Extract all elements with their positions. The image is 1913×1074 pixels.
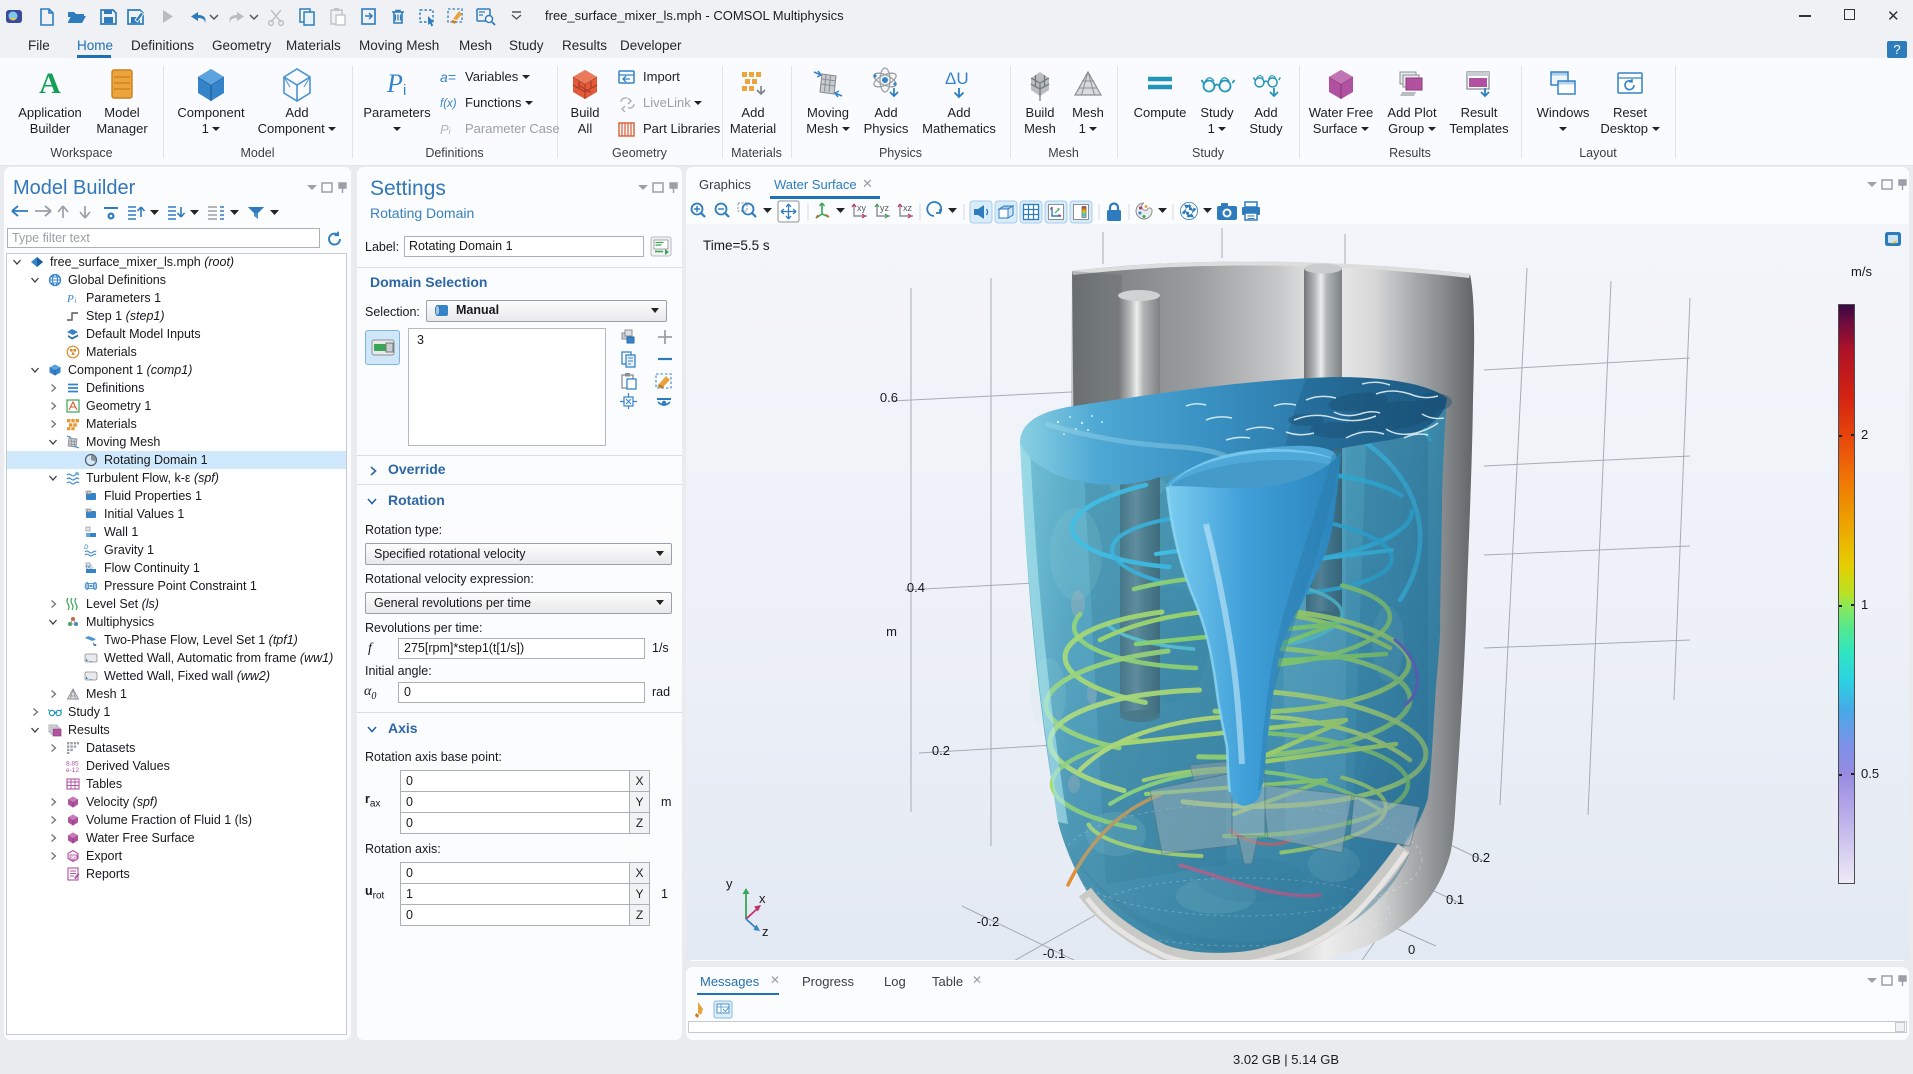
svg-text:GIF: GIF	[71, 855, 79, 860]
svg-text:P: P	[66, 293, 74, 305]
svg-text:i: i	[403, 82, 406, 99]
svg-text:0.2: 0.2	[1472, 850, 1490, 865]
svg-text:a=: a=	[440, 69, 456, 85]
svg-text:0.1: 0.1	[1446, 892, 1464, 907]
svg-text:D: D	[87, 490, 90, 495]
svg-text:ΔU: ΔU	[945, 69, 969, 88]
svg-text:i: i	[75, 298, 77, 305]
svg-text:A: A	[39, 67, 61, 100]
svg-text:Pi: Pi	[440, 122, 452, 137]
svg-text:x: x	[759, 891, 766, 906]
svg-text:DG: DG	[86, 565, 93, 570]
svg-text:0.2: 0.2	[932, 743, 950, 758]
svg-text:-0.2: -0.2	[977, 914, 999, 929]
svg-text:0.4: 0.4	[907, 580, 925, 595]
svg-text:y: y	[726, 876, 733, 891]
svg-text:z: z	[762, 924, 769, 939]
svg-text:D: D	[87, 508, 90, 513]
svg-text:xz: xz	[903, 203, 913, 213]
svg-text:P: P	[386, 69, 403, 98]
svg-text:D: D	[84, 545, 89, 551]
svg-text:m: m	[886, 624, 897, 639]
svg-text:xy: xy	[857, 203, 867, 213]
svg-text:f(x): f(x)	[440, 98, 457, 110]
svg-text:0.6: 0.6	[880, 390, 898, 405]
svg-text:-0.1: -0.1	[1043, 946, 1065, 960]
svg-text:e-12: e-12	[66, 767, 79, 773]
svg-text:yz: yz	[880, 203, 890, 213]
svg-text:0: 0	[1408, 942, 1415, 957]
